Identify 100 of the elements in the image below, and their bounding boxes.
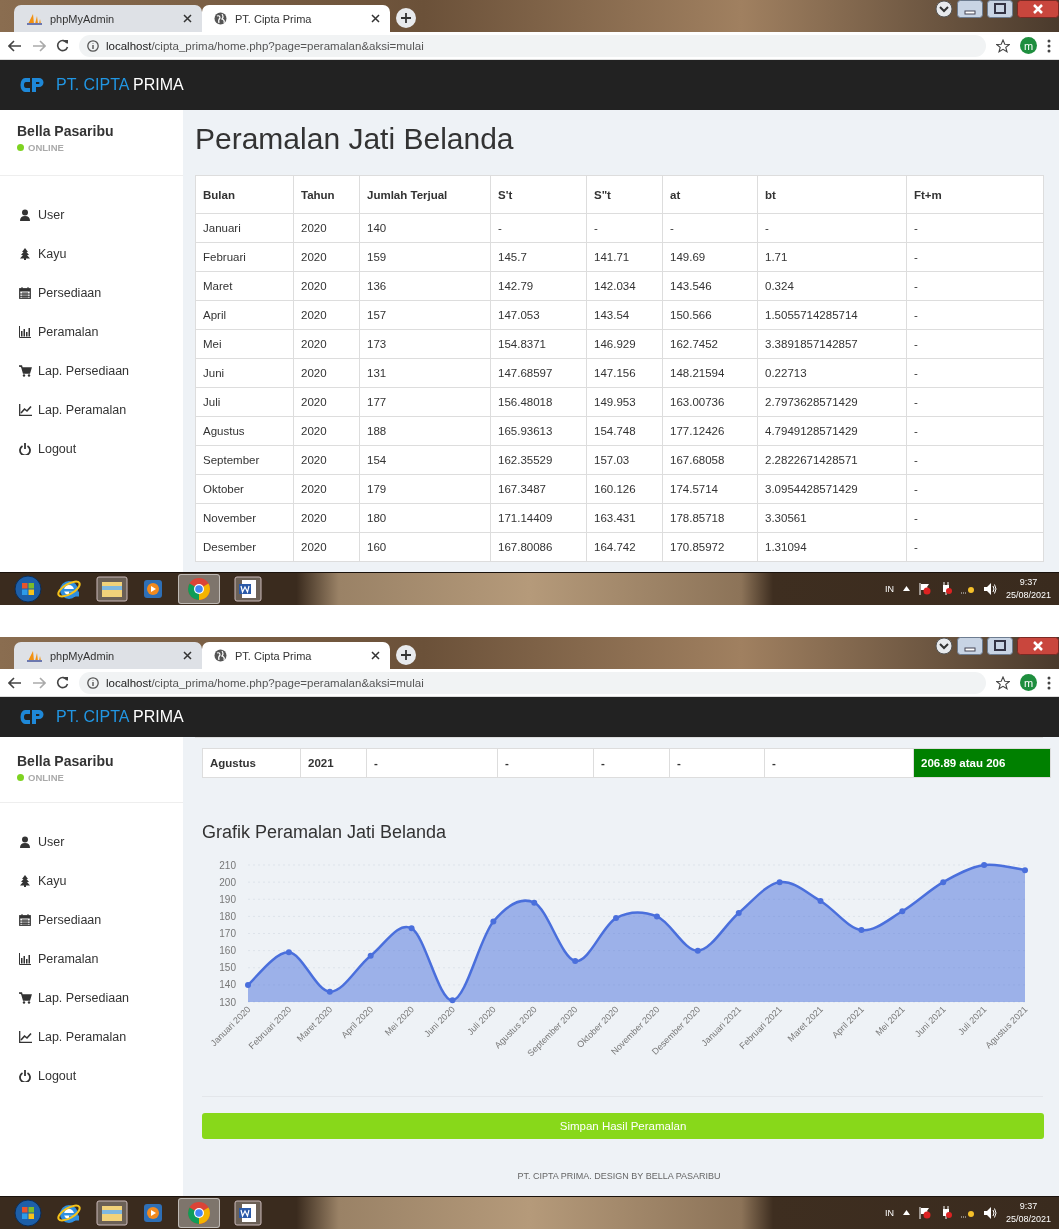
table-cell: 154.8371 bbox=[490, 329, 587, 359]
address-field[interactable]: localhost/cipta_prima/home.php?page=peramalan&aksi=mulai bbox=[79, 34, 986, 57]
flag-icon[interactable] bbox=[918, 582, 931, 595]
table-cell: 3.0954428571429 bbox=[757, 474, 907, 504]
language-indicator[interactable]: IN bbox=[884, 583, 894, 594]
profile-menu-icon[interactable] bbox=[935, 637, 953, 655]
table-cell: 170.85972 bbox=[662, 532, 758, 562]
reload-icon[interactable] bbox=[56, 39, 69, 52]
cart-icon bbox=[19, 364, 32, 377]
table-cell: - bbox=[669, 748, 765, 778]
play-icon[interactable] bbox=[142, 577, 164, 600]
play-icon[interactable] bbox=[142, 1201, 164, 1224]
back-icon[interactable] bbox=[8, 676, 22, 689]
sidebar-item[interactable]: Logout bbox=[19, 438, 183, 459]
status-label: ONLINE bbox=[28, 142, 64, 153]
flag-icon[interactable] bbox=[918, 1206, 931, 1219]
table-cell: Oktober bbox=[195, 474, 294, 504]
axis-label: 160 bbox=[219, 945, 236, 957]
sidebar-item[interactable]: Kayu bbox=[19, 870, 183, 891]
close-icon[interactable] bbox=[183, 14, 192, 23]
clock[interactable]: 9:37 25/08/2021 bbox=[1005, 1199, 1051, 1226]
minimize-icon[interactable] bbox=[957, 0, 983, 18]
language-indicator[interactable]: IN bbox=[884, 1207, 894, 1218]
profile-avatar[interactable]: m bbox=[1020, 674, 1037, 691]
profile-avatar[interactable]: m bbox=[1020, 37, 1037, 54]
data-point bbox=[613, 915, 620, 922]
chrome-icon[interactable] bbox=[187, 576, 211, 601]
close-window-icon[interactable] bbox=[1017, 0, 1059, 18]
table-cell: Juni bbox=[195, 358, 294, 388]
sidebar-item[interactable]: User bbox=[19, 204, 183, 225]
browser-tab[interactable]: PT. Cipta Prima bbox=[202, 642, 390, 669]
table-cell: 2020 bbox=[293, 387, 360, 417]
brand-name[interactable]: PT. CIPTA PRIMA bbox=[56, 76, 184, 94]
table-cell: 160 bbox=[359, 532, 491, 562]
maximize-icon[interactable] bbox=[987, 0, 1013, 18]
browser-tab[interactable]: phpMyAdmin bbox=[14, 5, 202, 32]
table-cell: 178.85718 bbox=[662, 503, 758, 533]
close-icon[interactable] bbox=[371, 14, 380, 23]
result-cell: 206.89 atau 206 bbox=[913, 748, 1051, 778]
start-button-icon[interactable] bbox=[14, 1198, 42, 1227]
globe-icon bbox=[214, 12, 227, 25]
table-cell: 142.034 bbox=[586, 271, 663, 301]
data-point bbox=[1022, 867, 1028, 874]
bar-chart-icon bbox=[19, 952, 32, 965]
close-icon[interactable] bbox=[371, 651, 380, 660]
table-cell: - bbox=[764, 748, 914, 778]
table-cell: 165.93613 bbox=[490, 416, 587, 446]
speaker-icon[interactable] bbox=[983, 582, 997, 595]
sidebar-item[interactable]: Lap. Persediaan bbox=[19, 987, 183, 1008]
power-icon bbox=[19, 1069, 32, 1082]
reload-icon[interactable] bbox=[56, 676, 69, 689]
browser-tab[interactable]: PT. Cipta Prima bbox=[202, 5, 390, 32]
new-tab-icon[interactable] bbox=[396, 8, 416, 28]
minimize-icon[interactable] bbox=[957, 637, 983, 655]
document-w-icon[interactable] bbox=[234, 575, 262, 602]
sidebar-item[interactable]: Logout bbox=[19, 1065, 183, 1086]
sidebar-item[interactable]: Lap. Peramalan bbox=[19, 1026, 183, 1047]
column-header: Jumlah Terjual bbox=[359, 175, 491, 214]
address-field[interactable]: localhost/cipta_prima/home.php?page=peramalan&aksi=mulai bbox=[79, 671, 986, 694]
close-icon[interactable] bbox=[183, 651, 192, 660]
sidebar-item[interactable]: User bbox=[19, 831, 183, 852]
star-icon[interactable] bbox=[996, 38, 1010, 53]
sidebar-item[interactable]: Peramalan bbox=[19, 321, 183, 342]
column-header: S't bbox=[490, 175, 587, 214]
data-point bbox=[326, 988, 333, 995]
folder-icon[interactable] bbox=[96, 1199, 128, 1226]
clock[interactable]: 9:37 25/08/2021 bbox=[1005, 575, 1051, 602]
browser-tab[interactable]: phpMyAdmin bbox=[14, 642, 202, 669]
axis-label: 150 bbox=[219, 962, 236, 974]
up-arrow-icon[interactable] bbox=[902, 586, 910, 591]
more-menu-icon[interactable] bbox=[1047, 38, 1051, 53]
up-arrow-icon[interactable] bbox=[902, 1210, 910, 1215]
back-icon[interactable] bbox=[8, 39, 22, 52]
table-cell: Mei bbox=[195, 329, 294, 359]
table-cell: 177.12426 bbox=[662, 416, 758, 446]
more-menu-icon[interactable] bbox=[1047, 675, 1051, 690]
status-dot bbox=[17, 144, 24, 151]
folder-icon[interactable] bbox=[96, 575, 128, 602]
sidebar-item[interactable]: Kayu bbox=[19, 243, 183, 264]
column-header: Ft+m bbox=[906, 175, 1044, 214]
sidebar-item[interactable]: Lap. Persediaan bbox=[19, 360, 183, 381]
new-tab-icon[interactable] bbox=[396, 645, 416, 665]
table-cell: 4.7949128571429 bbox=[757, 416, 907, 446]
document-w-icon[interactable] bbox=[234, 1199, 262, 1226]
star-icon[interactable] bbox=[996, 675, 1010, 690]
close-window-icon[interactable] bbox=[1017, 637, 1059, 655]
sidebar-item[interactable]: Peramalan bbox=[19, 948, 183, 969]
maximize-icon[interactable] bbox=[987, 637, 1013, 655]
brand-name[interactable]: PT. CIPTA PRIMA bbox=[56, 708, 184, 726]
profile-menu-icon[interactable] bbox=[935, 0, 953, 18]
table-cell: - bbox=[906, 300, 1044, 330]
table-cell: September bbox=[195, 445, 294, 475]
sidebar-item[interactable]: Persediaan bbox=[19, 909, 183, 930]
sidebar-item[interactable]: Lap. Peramalan bbox=[19, 399, 183, 420]
axis-label: 200 bbox=[219, 876, 236, 888]
speaker-icon[interactable] bbox=[983, 1206, 997, 1219]
start-button-icon[interactable] bbox=[14, 574, 42, 603]
table-cell: 142.79 bbox=[490, 271, 587, 301]
sidebar-item[interactable]: Persediaan bbox=[19, 282, 183, 303]
chrome-icon[interactable] bbox=[187, 1200, 211, 1225]
